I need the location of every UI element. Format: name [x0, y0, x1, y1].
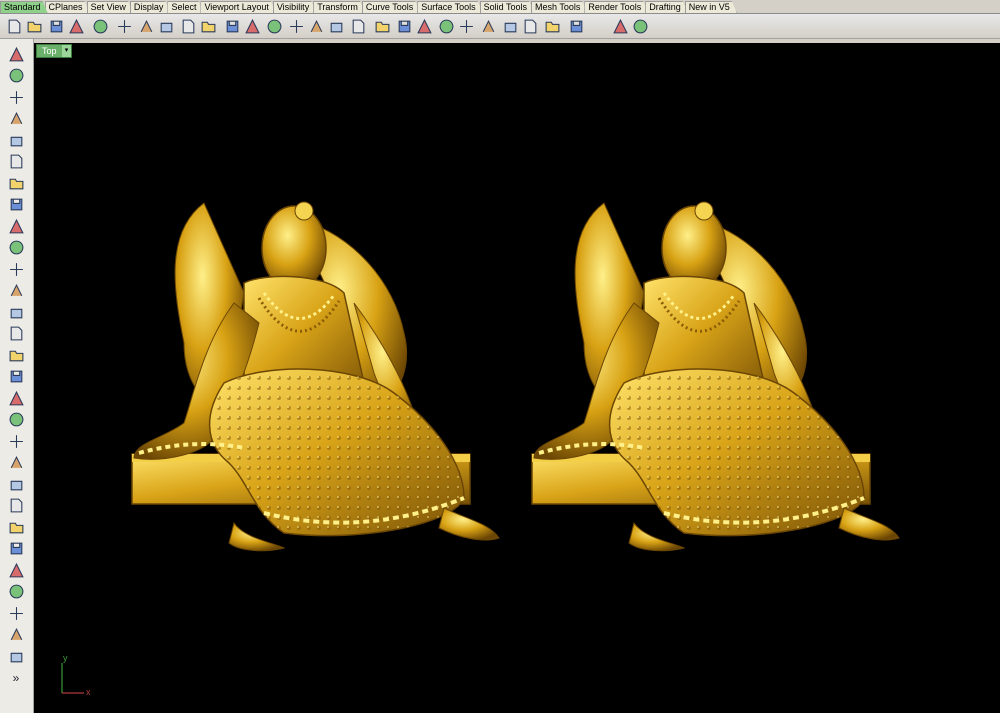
options-icon[interactable]: [610, 16, 630, 36]
point-icon[interactable]: [394, 16, 414, 36]
zoom-selected-icon[interactable]: [286, 16, 306, 36]
text-icon[interactable]: [6, 582, 26, 602]
curve-point-icon[interactable]: [6, 109, 26, 129]
pan-hand-icon[interactable]: [198, 16, 218, 36]
fillet-curve-icon[interactable]: [6, 238, 26, 258]
analyze-icon[interactable]: [6, 625, 26, 645]
polygon-icon[interactable]: [6, 216, 26, 236]
trim-icon[interactable]: [6, 431, 26, 451]
boolean-icon[interactable]: [6, 367, 26, 387]
viewport-top[interactable]: Top ▾ y x: [34, 43, 1000, 713]
tab-mesh-tools[interactable]: Mesh Tools: [531, 1, 587, 13]
explode-icon[interactable]: [6, 410, 26, 430]
copy-icon[interactable]: [136, 16, 156, 36]
array-icon[interactable]: [6, 603, 26, 623]
render-icon[interactable]: [542, 16, 562, 36]
undo-view-icon[interactable]: [306, 16, 326, 36]
transform-icon[interactable]: [6, 517, 26, 537]
tab-new-in-v5[interactable]: New in V5: [685, 1, 737, 13]
rotate-view-icon[interactable]: [222, 16, 242, 36]
lock-icon[interactable]: [456, 16, 476, 36]
solid-box-icon[interactable]: [6, 302, 26, 322]
tab-cplanes[interactable]: CPlanes: [45, 1, 90, 13]
bulb-icon[interactable]: [436, 16, 456, 36]
polyline-icon[interactable]: [6, 87, 26, 107]
dimension-icon[interactable]: [6, 560, 26, 580]
layer-icon[interactable]: [478, 16, 498, 36]
arc-icon[interactable]: [6, 173, 26, 193]
print-icon[interactable]: [66, 16, 86, 36]
point-icon[interactable]: [6, 66, 26, 86]
relief-figure-right: [530, 200, 901, 553]
solid-sphere-icon[interactable]: [6, 324, 26, 344]
undo-icon[interactable]: [178, 16, 198, 36]
axis-y-label: y: [63, 653, 68, 663]
split-icon[interactable]: [6, 453, 26, 473]
material-ball-icon[interactable]: [520, 16, 540, 36]
render-preview-icon[interactable]: [566, 16, 586, 36]
cut-icon[interactable]: [114, 16, 134, 36]
toolbar-tab-strip: Standard CPlanes Set View Display Select View…: [0, 0, 1000, 14]
select-arrow-icon[interactable]: [6, 44, 26, 64]
extrude-surface-icon[interactable]: [6, 259, 26, 279]
zoom-icon[interactable]: [242, 16, 262, 36]
left-toolbar: »: [0, 39, 34, 713]
tab-viewport-layout[interactable]: Viewport Layout: [200, 1, 275, 13]
grid-snap-icon[interactable]: [348, 16, 368, 36]
open-file-icon[interactable]: [24, 16, 44, 36]
tab-curve-tools[interactable]: Curve Tools: [362, 1, 420, 13]
tab-solid-tools[interactable]: Solid Tools: [480, 1, 534, 13]
chevron-down-icon[interactable]: ▾: [61, 45, 71, 57]
tab-select[interactable]: Select: [167, 1, 203, 13]
tab-visibility[interactable]: Visibility: [273, 1, 316, 13]
new-file-icon[interactable]: [4, 16, 24, 36]
mirror-icon[interactable]: [6, 539, 26, 559]
circle-icon[interactable]: [6, 130, 26, 150]
tab-render-tools[interactable]: Render Tools: [584, 1, 648, 13]
tab-drafting[interactable]: Drafting: [645, 1, 688, 13]
color-wheel-icon[interactable]: [500, 16, 520, 36]
group-icon[interactable]: [6, 496, 26, 516]
more-tools-icon[interactable]: »: [6, 668, 26, 688]
loft-icon[interactable]: [6, 281, 26, 301]
show-objects-icon[interactable]: [372, 16, 392, 36]
import-icon[interactable]: [90, 16, 110, 36]
ellipse-icon[interactable]: [6, 152, 26, 172]
tab-standard[interactable]: Standard: [0, 1, 48, 13]
paste-icon[interactable]: [156, 16, 176, 36]
tab-surface-tools[interactable]: Surface Tools: [417, 1, 482, 13]
help-icon[interactable]: [630, 16, 650, 36]
model-scene: [130, 200, 901, 553]
viewport-tab-top[interactable]: Top ▾: [36, 44, 72, 58]
tab-display[interactable]: Display: [130, 1, 171, 13]
viewport-title: Top: [42, 46, 57, 56]
axis-x-label: x: [86, 687, 91, 697]
tab-set-view[interactable]: Set View: [87, 1, 133, 13]
rectangle-icon[interactable]: [6, 195, 26, 215]
standard-toolbar: [0, 14, 1000, 39]
world-axis-icon: y x: [52, 653, 102, 703]
block-icon[interactable]: [6, 646, 26, 666]
join-icon[interactable]: [6, 474, 26, 494]
relief-figure-left: [130, 200, 501, 553]
hide-objects-icon[interactable]: [414, 16, 434, 36]
save-icon[interactable]: [46, 16, 66, 36]
mesh-icon[interactable]: [6, 388, 26, 408]
cylinder-icon[interactable]: [6, 345, 26, 365]
zoom-window-icon[interactable]: [264, 16, 284, 36]
four-viewports-icon[interactable]: [326, 16, 346, 36]
tab-transform[interactable]: Transform: [313, 1, 365, 13]
